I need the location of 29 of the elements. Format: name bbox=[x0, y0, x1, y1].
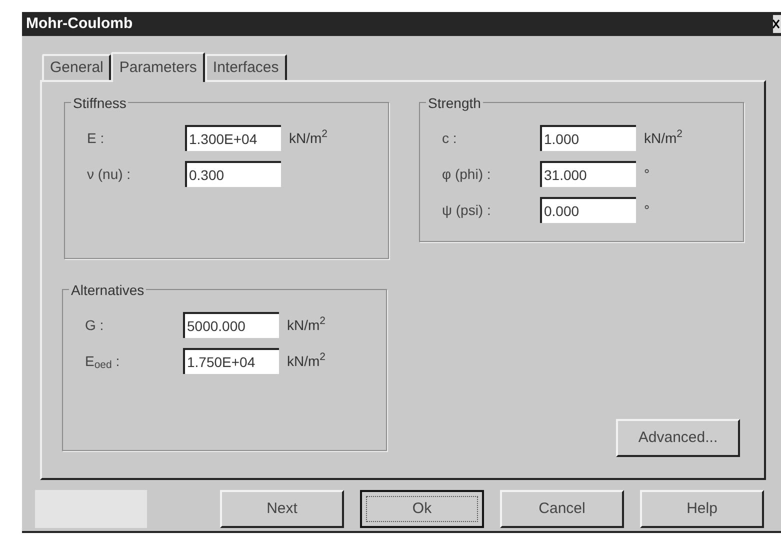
field-label: E$_{oed}$ : bbox=[85, 352, 121, 372]
input-field[interactable]: 1.300E+04 bbox=[185, 125, 281, 151]
advanced-button[interactable]: Advanced... bbox=[616, 419, 740, 457]
input-field[interactable]: 0.300 bbox=[185, 161, 281, 187]
field-label: E : bbox=[87, 128, 106, 148]
tab[interactable]: Interfaces bbox=[204, 54, 287, 80]
unit-label: ° bbox=[644, 200, 650, 220]
dialog-button[interactable]: Help bbox=[640, 490, 764, 528]
unit-label: kN/m$^{2}$ bbox=[289, 128, 328, 148]
unit-label: kN/m$^{2}$ bbox=[287, 350, 326, 370]
unit-label: kN/m$^{2}$ bbox=[644, 128, 683, 148]
dialog-button[interactable]: Cancel bbox=[500, 490, 624, 528]
dialog-button[interactable]: Next bbox=[220, 490, 344, 528]
field-label: φ (phi) : bbox=[442, 164, 492, 184]
tab[interactable]: General bbox=[42, 54, 112, 80]
input-field[interactable]: 0.000 bbox=[540, 197, 636, 223]
tab[interactable]: Parameters bbox=[111, 52, 205, 82]
unit-label: ° bbox=[644, 164, 650, 184]
field-label: c : bbox=[442, 128, 458, 148]
field-label: ψ (psi) : bbox=[442, 200, 492, 220]
input-field[interactable]: 31.000 bbox=[540, 161, 636, 187]
field-label: G : bbox=[85, 316, 105, 334]
window-title: Mohr-Coulomb bbox=[26, 14, 133, 34]
input-field[interactable]: 1.000 bbox=[540, 125, 636, 151]
input-field[interactable]: 5000.000 bbox=[183, 312, 279, 338]
input-field[interactable]: 1.750E+04 bbox=[183, 348, 279, 374]
unit-label: kN/m$^{2}$ bbox=[287, 314, 326, 334]
field-label: ν (nu) : bbox=[87, 164, 132, 184]
dialog-button[interactable]: Ok bbox=[360, 490, 484, 528]
